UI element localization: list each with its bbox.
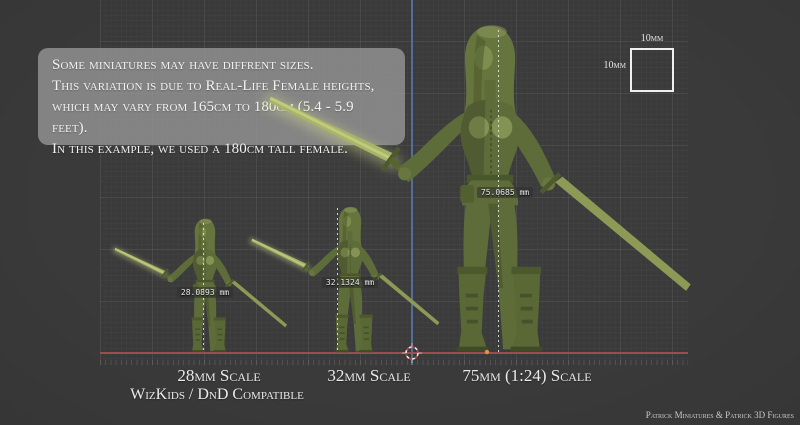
warrior-figure-28mm[interactable] xyxy=(112,219,287,352)
viewport-canvas[interactable]: Some miniatures may have diffrent sizes.… xyxy=(0,0,800,425)
scale-label-32mm: 32mm Scale xyxy=(327,366,410,386)
compatibility-label: WizKids / DnD Compatible xyxy=(130,386,304,404)
measurement-value-75mm: 75.0685 mm xyxy=(477,187,533,198)
scale-label-28mm: 28mm Scale xyxy=(177,366,260,386)
measurement-value-28mm: 28.0893 mm xyxy=(177,287,233,298)
ref-square-top-label: 10mm xyxy=(630,33,674,44)
miniature-figures-layer xyxy=(0,0,800,425)
ref-square-side-label: 10mm xyxy=(594,60,626,71)
object-origin-dot xyxy=(485,350,489,354)
10mm-reference-square xyxy=(630,48,674,92)
brand-credit: Patrick Miniatures & Patrick 3D Figures xyxy=(646,410,794,420)
scale-label-75mm: 75mm (1:24) Scale xyxy=(462,366,591,386)
3d-cursor-icon xyxy=(402,343,422,363)
measurement-value-32mm: 32.1324 mm xyxy=(322,277,378,288)
